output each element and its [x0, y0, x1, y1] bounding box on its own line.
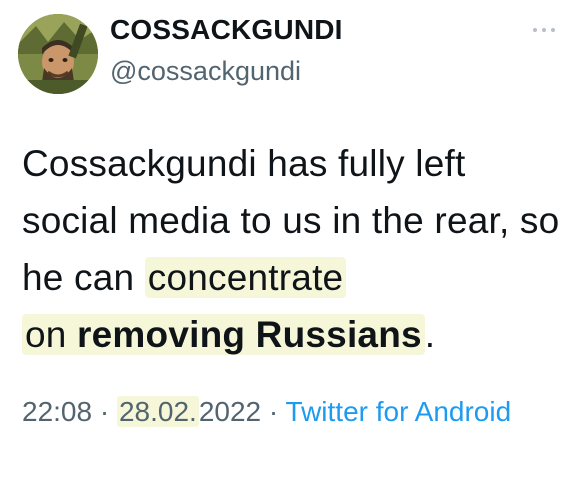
tweet-source-link[interactable]: Twitter for Android [286, 396, 512, 427]
tweet-text-end: . [424, 314, 436, 355]
meta-separator-2: · [261, 396, 286, 427]
tweet-date-highlight[interactable]: 28.02. [116, 396, 199, 427]
meta-separator-1: · [92, 396, 117, 427]
tweet-card: COSSACKGUNDI @cossackgundi Cossackgundi … [0, 0, 573, 480]
more-options-button[interactable] [529, 20, 559, 40]
tweet-meta: 22:08 · 28.02.2022 · Twitter for Android [22, 388, 562, 436]
author-display-name[interactable]: COSSACKGUNDI [110, 14, 343, 46]
tweet-text: Cossackgundi has fully left social media… [22, 135, 562, 363]
tweet-text-highlight-2a: on [25, 314, 78, 355]
tweet-text-highlight-1: concentrate [144, 257, 347, 298]
avatar-image [18, 14, 98, 94]
author-handle[interactable]: @cossackgundi [110, 56, 301, 87]
tweet-date-year[interactable]: 2022 [199, 396, 261, 427]
tweet-text-bold: removing Russians [77, 314, 422, 355]
tweet-text-highlight-2: on removing Russians [22, 314, 425, 355]
more-dots-icon [533, 28, 555, 32]
avatar[interactable] [18, 14, 98, 94]
tweet-time[interactable]: 22:08 [22, 396, 92, 427]
